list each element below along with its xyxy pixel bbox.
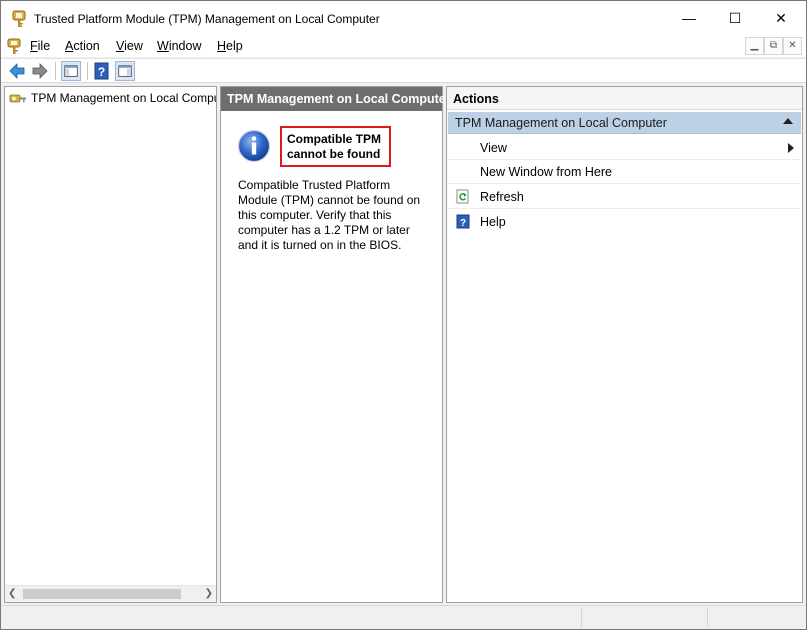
menu-file[interactable]: File [30,39,50,53]
info-icon [237,129,271,163]
actions-section-tpm-management[interactable]: TPM Management on Local Computer [448,112,801,134]
svg-text:?: ? [460,218,466,229]
status-bar-divider [581,608,582,627]
action-view[interactable]: View [448,136,801,160]
help-icon: ? [456,214,470,229]
menu-help[interactable]: Help [217,39,243,53]
title-bar: Trusted Platform Module (TPM) Management… [1,1,806,37]
mdi-minimize-button[interactable]: ▁ [745,37,764,55]
refresh-icon [456,189,469,204]
status-bar-divider [707,608,708,627]
back-arrow-icon[interactable] [7,61,27,81]
scroll-left-icon[interactable]: ❮ [8,588,16,599]
actions-section-label: TPM Management on Local Computer [455,116,667,130]
minimize-button[interactable]: — [666,1,712,35]
action-label: View [480,141,507,155]
collapse-arrow-icon[interactable] [783,118,793,124]
toolbar-separator [87,62,88,80]
menu-view[interactable]: View [116,39,143,53]
console-tree-pane: TPM Management on Local Computer ❮ ❯ [4,86,217,603]
status-bar [1,605,806,629]
show-hide-console-tree-icon[interactable] [61,61,81,81]
window-title: Trusted Platform Module (TPM) Management… [34,12,380,26]
close-button[interactable]: ✕ [758,1,804,35]
toolbar-separator [55,62,56,80]
action-label: Help [480,215,506,229]
action-label: New Window from Here [480,165,612,179]
submenu-arrow-icon [788,143,794,153]
action-new-window-from-here[interactable]: New Window from Here [448,160,801,184]
actions-pane: Actions TPM Management on Local Computer… [446,86,803,603]
scroll-right-icon[interactable]: ❯ [205,588,213,599]
horizontal-scrollbar[interactable]: ❮ ❯ [5,585,216,602]
forward-arrow-icon[interactable] [30,61,50,81]
toolbar: ? [1,58,806,83]
show-hide-action-pane-icon[interactable] [115,61,135,81]
tree-item-label: TPM Management on Local Computer [31,91,217,105]
action-label: Refresh [480,190,524,204]
tpm-description: Compatible Trusted Platform Module (TPM)… [238,178,421,252]
result-pane: TPM Management on Local Computer Compati… [220,86,451,603]
svg-text:?: ? [98,65,105,79]
tpm-key-icon[interactable] [7,38,21,55]
mdi-close-button[interactable]: ✕ [783,37,802,55]
tpm-not-found-alert: Compatible TPM cannot be found [280,126,391,167]
mmc-window: Trusted Platform Module (TPM) Management… [0,0,807,630]
tpm-key-icon [12,10,26,27]
action-help[interactable]: ? Help [448,210,801,234]
result-pane-header: TPM Management on Local Computer [221,87,451,111]
scrollbar-thumb[interactable] [23,589,181,599]
mdi-restore-button[interactable]: ⧉ [764,37,783,55]
tpm-key-icon [9,94,26,103]
action-refresh[interactable]: Refresh [448,185,801,209]
menu-bar: File Action View Window Help ▁ ⧉ ✕ [1,37,806,57]
maximize-button[interactable]: ☐ [712,1,758,35]
menu-action[interactable]: Action [65,39,100,53]
actions-header: Actions [447,87,802,110]
menu-window[interactable]: Window [157,39,201,53]
help-icon[interactable]: ? [92,61,112,81]
